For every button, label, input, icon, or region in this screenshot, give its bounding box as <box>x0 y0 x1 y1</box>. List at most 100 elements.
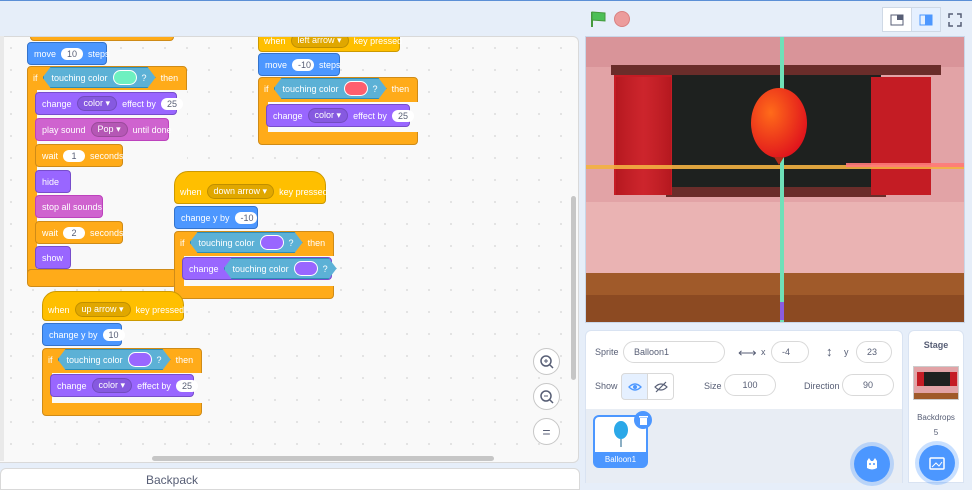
touching-color-condition[interactable]: touching color ? <box>274 78 387 99</box>
block-label: steps <box>88 48 110 59</box>
change-effect-block[interactable]: change touching color ? <box>182 257 332 280</box>
change-y-block[interactable]: change y by -10 <box>174 206 258 229</box>
change-effect-block[interactable]: change color effect by 25 <box>50 374 198 397</box>
block-label: effect by <box>137 380 171 391</box>
number-input[interactable]: -10 <box>292 58 315 71</box>
block-label: change y by <box>49 329 98 340</box>
number-input[interactable]: -10 <box>234 211 257 224</box>
if-label: if <box>264 83 269 94</box>
block-label: steps <box>319 59 341 70</box>
play-sound-block[interactable]: play sound Pop until done <box>35 118 172 141</box>
add-backdrop-icon <box>929 457 945 470</box>
y-label: y <box>844 347 849 357</box>
question-mark: ? <box>322 263 328 274</box>
delete-sprite-button[interactable] <box>634 411 652 429</box>
script-a-bottom-stub[interactable] <box>27 269 177 287</box>
stage-target-panel[interactable]: Stage Backdrops 5 <box>908 330 964 483</box>
color-swatch[interactable] <box>294 261 318 276</box>
color-swatch[interactable] <box>128 352 152 367</box>
change-effect-block[interactable]: change color effect by 25 <box>266 104 414 127</box>
color-swatch[interactable] <box>344 81 368 96</box>
wait-block[interactable]: wait 2 seconds <box>35 221 124 244</box>
top-border <box>0 0 972 1</box>
question-mark: ? <box>156 354 162 365</box>
add-backdrop-button[interactable] <box>919 445 955 481</box>
block-label: when <box>180 186 202 197</box>
block-label: change <box>42 98 72 109</box>
backpack-label: Backpack <box>146 473 199 487</box>
touching-color-condition[interactable]: touching color ? <box>190 232 303 253</box>
question-mark: ? <box>372 83 378 94</box>
vertical-scrollbar[interactable] <box>571 196 576 380</box>
stage-canvas[interactable] <box>585 36 965 323</box>
condition-label: touching color <box>232 263 289 274</box>
number-input[interactable]: 25 <box>391 109 414 122</box>
block-label: play sound <box>42 124 86 135</box>
size-input[interactable]: 100 <box>724 374 776 396</box>
block-label: stop all sounds <box>42 201 103 212</box>
touching-color-condition[interactable]: touching color ? <box>43 67 156 88</box>
question-mark: ? <box>288 237 294 248</box>
small-stage-button[interactable] <box>882 7 912 32</box>
then-label: then <box>307 237 326 248</box>
show-block[interactable]: show <box>35 246 71 269</box>
number-input[interactable]: 10 <box>61 47 84 60</box>
normal-stage-button[interactable] <box>911 7 941 32</box>
key-dropdown[interactable]: down arrow <box>206 184 275 199</box>
stage-backdrop <box>586 37 964 322</box>
show-visible-button[interactable] <box>621 373 648 400</box>
code-area[interactable]: move 10 steps if touching color ? then c… <box>0 36 579 463</box>
normal-stage-icon <box>919 14 933 25</box>
eye-slash-icon <box>653 381 668 392</box>
sprite-name-input[interactable]: Balloon1 <box>623 341 725 363</box>
change-effect-block[interactable]: change color effect by 25 <box>35 92 183 115</box>
script-a-top-stub[interactable] <box>30 37 174 41</box>
number-input[interactable]: 1 <box>63 149 86 162</box>
green-flag-icon[interactable] <box>589 10 607 33</box>
block-label: wait <box>42 227 59 238</box>
x-input[interactable]: -4 <box>771 341 809 363</box>
color-swatch[interactable] <box>113 70 137 85</box>
color-swatch[interactable] <box>260 235 284 250</box>
stop-icon[interactable] <box>614 11 630 27</box>
show-label: Show <box>595 381 618 391</box>
zoom-in-button[interactable] <box>533 348 560 375</box>
backdrop-thumbnail[interactable] <box>913 366 959 400</box>
block-label: change <box>57 380 87 391</box>
horizontal-scrollbar[interactable] <box>152 456 494 461</box>
zoom-out-button[interactable] <box>533 383 560 410</box>
sprite-list: Balloon1 <box>586 409 902 483</box>
number-input[interactable]: 25 <box>175 379 198 392</box>
y-input[interactable]: 23 <box>856 341 892 363</box>
number-input[interactable]: 25 <box>160 97 183 110</box>
effect-dropdown[interactable]: color <box>307 108 349 123</box>
number-input[interactable]: 2 <box>63 226 86 239</box>
touching-color-condition[interactable]: touching color ? <box>224 258 337 279</box>
wait-block[interactable]: wait 1 seconds <box>35 144 124 167</box>
sound-dropdown[interactable]: Pop <box>90 122 128 137</box>
fullscreen-button[interactable] <box>940 7 970 32</box>
touching-color-condition[interactable]: touching color ? <box>58 349 171 370</box>
direction-label: Direction <box>804 381 840 391</box>
number-input[interactable]: 10 <box>102 328 125 341</box>
move-steps-block[interactable]: move 10 steps <box>27 42 110 65</box>
effect-dropdown[interactable]: color <box>76 96 118 111</box>
if-label: if <box>48 354 53 365</box>
change-y-block[interactable]: change y by 10 <box>42 323 125 346</box>
block-label: hide <box>42 176 60 187</box>
show-hidden-button[interactable] <box>647 373 674 400</box>
add-sprite-button[interactable] <box>854 446 890 482</box>
then-label: then <box>160 72 179 83</box>
hide-block[interactable]: hide <box>35 170 71 193</box>
zoom-reset-button[interactable]: = <box>533 418 560 445</box>
key-dropdown[interactable]: left arrow <box>290 37 349 48</box>
block-label: key pressed <box>279 186 328 197</box>
stage-panel-title: Stage <box>923 340 949 350</box>
key-dropdown[interactable]: up arrow <box>74 302 131 317</box>
stop-all-sounds-block[interactable]: stop all sounds <box>35 195 103 218</box>
effect-dropdown[interactable]: color <box>91 378 133 393</box>
move-steps-block[interactable]: move -10 steps <box>258 53 341 76</box>
backpack-panel[interactable]: Backpack <box>0 468 580 490</box>
direction-input[interactable]: 90 <box>842 374 894 396</box>
backdrops-count: 5 <box>933 428 939 437</box>
